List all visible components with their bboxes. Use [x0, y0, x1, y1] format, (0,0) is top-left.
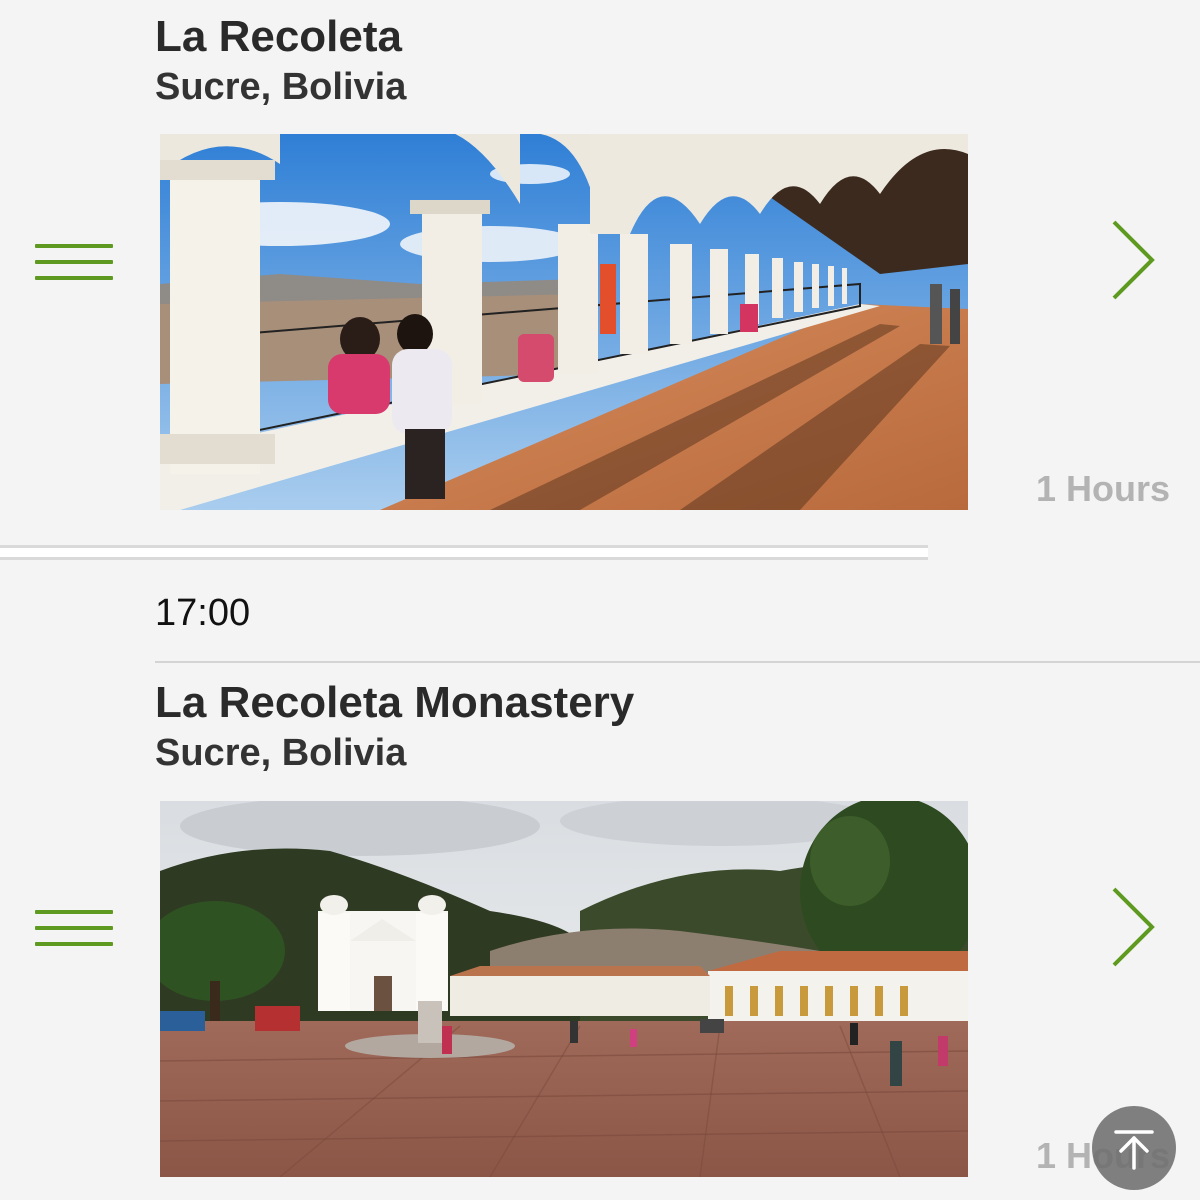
scroll-to-top-icon — [1114, 1130, 1154, 1170]
item-photo[interactable] — [160, 801, 968, 1177]
item-title: La Recoleta — [155, 12, 402, 61]
scroll-to-top-button[interactable] — [1092, 1106, 1176, 1190]
chevron-right-icon[interactable] — [1108, 885, 1160, 969]
item-location: Sucre, Bolivia — [155, 732, 407, 774]
chevron-right-icon[interactable] — [1108, 218, 1160, 302]
drag-handle-icon[interactable] — [35, 910, 113, 946]
item-location: Sucre, Bolivia — [155, 66, 407, 108]
item-photo[interactable] — [160, 134, 968, 510]
drag-handle-icon[interactable] — [35, 244, 113, 280]
itinerary-item[interactable]: La Recoleta Monastery Sucre, Bolivia 1 — [0, 560, 1200, 1200]
item-duration: 1 Hours — [1035, 468, 1170, 509]
item-title: La Recoleta Monastery — [155, 678, 635, 727]
itinerary-item[interactable]: La Recoleta Sucre, Bolivia 1 Hours — [0, 0, 1200, 545]
item-separator — [0, 545, 928, 560]
